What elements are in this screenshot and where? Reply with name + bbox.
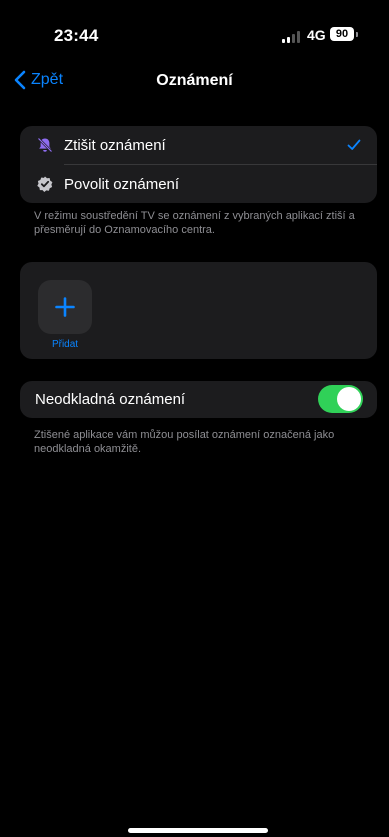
status-bar: 23:44 4G 90 bbox=[0, 0, 389, 46]
cellular-signal-icon bbox=[282, 31, 301, 43]
add-app-label[interactable]: Přidat bbox=[38, 339, 92, 350]
toggle-knob bbox=[337, 387, 361, 411]
urgent-notifications-row: Neodkladná oznámení bbox=[20, 381, 377, 418]
allow-label: Povolit oznámení bbox=[64, 175, 180, 193]
urgent-notifications-group: Neodkladná oznámení bbox=[20, 381, 377, 418]
bell-slash-icon bbox=[37, 137, 53, 153]
urgent-footer-text: Ztišené aplikace vám můžou posílat oznám… bbox=[34, 429, 335, 455]
page-title: Oznámení bbox=[156, 72, 233, 89]
status-time: 23:44 bbox=[54, 26, 99, 45]
verified-badge-icon bbox=[37, 176, 53, 192]
network-type: 4G bbox=[307, 27, 326, 43]
plus-icon bbox=[55, 297, 75, 317]
urgent-notifications-label: Neodkladná oznámení bbox=[35, 391, 186, 408]
battery-icon: 90 bbox=[330, 27, 354, 41]
silence-label: Ztišit oznámení bbox=[64, 136, 166, 154]
urgent-notifications-toggle[interactable] bbox=[318, 385, 363, 413]
battery-nub bbox=[356, 32, 358, 37]
add-app-button[interactable] bbox=[38, 280, 92, 334]
allowed-apps-group: Přidat bbox=[20, 262, 377, 359]
navigation-bar: Zpět Oznámení bbox=[0, 60, 389, 96]
notification-mode-group: Ztišit oznámení Povolit oznámení bbox=[20, 126, 377, 203]
option-allow-notifications[interactable]: Povolit oznámení bbox=[20, 165, 377, 203]
option-silence-notifications[interactable]: Ztišit oznámení bbox=[20, 126, 377, 164]
checkmark-icon bbox=[347, 139, 361, 150]
home-indicator[interactable] bbox=[128, 828, 268, 833]
mode-footer-text: V režimu soustředění TV se oznámení z vy… bbox=[34, 210, 355, 236]
